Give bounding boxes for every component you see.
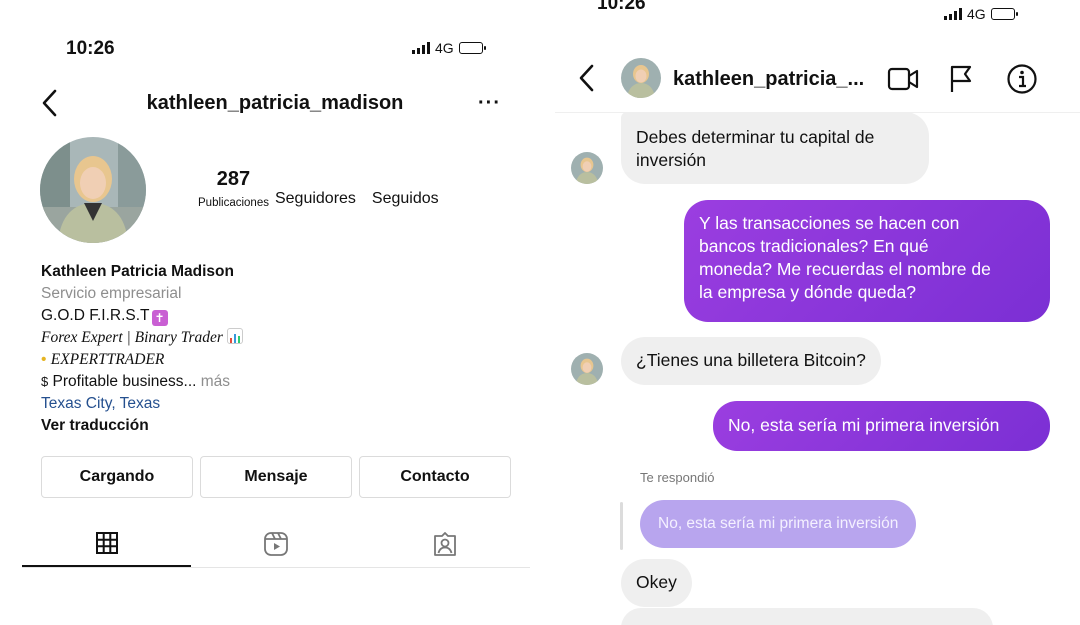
grid-icon [95, 531, 118, 554]
profile-tabs [22, 520, 530, 568]
chat-contact-name[interactable]: kathleen_patricia_... [673, 68, 864, 91]
contact-button[interactable]: Contacto [359, 456, 511, 498]
medal-emoji-icon: • [41, 351, 47, 368]
reels-icon [264, 531, 288, 556]
money-emoji-icon: $ [41, 374, 49, 389]
sender-avatar [571, 353, 603, 385]
profile-screen: 10:26 4G kathleen_patricia_madison ··· 2… [0, 0, 535, 625]
tab-grid[interactable] [22, 520, 192, 567]
chat-screen: 10:26 4G kathleen_patricia_... Debes det… [555, 0, 1080, 625]
more-options-icon[interactable]: ··· [478, 92, 501, 115]
status-time: 10:26 [66, 38, 115, 59]
info-icon[interactable] [1006, 63, 1038, 95]
message-button[interactable]: Mensaje [200, 456, 352, 498]
following-label[interactable]: Seguidos [372, 190, 439, 209]
signal-icon [412, 42, 430, 54]
posts-label: Publicaciones [198, 197, 269, 209]
tab-tagged[interactable] [361, 520, 530, 567]
message-bubble-incoming[interactable]: ¿Tienes una billetera Bitcoin? [621, 337, 881, 385]
back-arrow-icon[interactable] [577, 63, 597, 93]
status-indicators: 4G [412, 40, 486, 56]
bio-line-4: $ Profitable business... más [41, 373, 231, 390]
profile-actions: Cargando Mensaje Contacto [41, 456, 511, 498]
posts-stat[interactable]: 287 Publicaciones [198, 168, 269, 209]
quoted-message[interactable]: No, esta sería mi primera inversión [640, 500, 917, 548]
network-label: 4G [435, 40, 454, 56]
sender-avatar [571, 152, 603, 184]
posts-count: 287 [216, 168, 251, 190]
followers-label[interactable]: Seguidores [275, 190, 356, 209]
replied-label: Te respondió [640, 470, 715, 485]
network-label: 4G [967, 6, 986, 22]
profile-location-link[interactable]: Texas City, Texas [41, 393, 243, 415]
profile-bio: Kathleen Patricia Madison Servicio empre… [41, 261, 243, 437]
message-bubble-incoming[interactable]: Debes determinar tu capital de inversión [621, 112, 929, 184]
chart-emoji-icon [226, 328, 243, 344]
bio-line-1: G.O.D F.I.R.S.T ✝ [41, 305, 243, 327]
message-bubble-incoming-partial[interactable] [621, 608, 993, 625]
tab-reels[interactable] [191, 520, 360, 567]
message-bubble-outgoing[interactable]: Y las transacciones se hacen con bancos … [684, 200, 1050, 322]
bio-line-3: • EXPERTTRADER [41, 351, 165, 368]
bio-more-link[interactable]: más [196, 373, 230, 390]
profile-stats: 287 Publicaciones Seguidores Seguidos [198, 168, 439, 209]
see-translation-link[interactable]: Ver traducción [41, 415, 243, 437]
status-indicators: 4G [944, 6, 1018, 22]
flag-icon[interactable] [948, 64, 974, 94]
battery-icon [990, 8, 1018, 20]
battery-icon [458, 42, 486, 54]
profile-full-name: Kathleen Patricia Madison [41, 263, 234, 280]
status-time: 10:26 [597, 0, 646, 14]
profile-category: Servicio empresarial [41, 285, 182, 302]
profile-username: kathleen_patricia_madison [146, 92, 404, 114]
chat-header-avatar[interactable] [621, 58, 661, 98]
profile-avatar[interactable] [40, 137, 146, 243]
cross-emoji-icon: ✝ [151, 310, 168, 326]
bio-line-2: Forex Expert | Binary Trader [41, 327, 243, 349]
signal-icon [944, 8, 962, 20]
message-bubble-outgoing[interactable]: No, esta sería mi primera inversión [713, 401, 1050, 451]
video-call-icon[interactable] [887, 66, 919, 92]
follow-button[interactable]: Cargando [41, 456, 193, 498]
message-bubble-incoming[interactable]: Okey [621, 559, 692, 607]
tagged-icon [434, 531, 457, 556]
reply-indicator-bar [620, 502, 623, 550]
